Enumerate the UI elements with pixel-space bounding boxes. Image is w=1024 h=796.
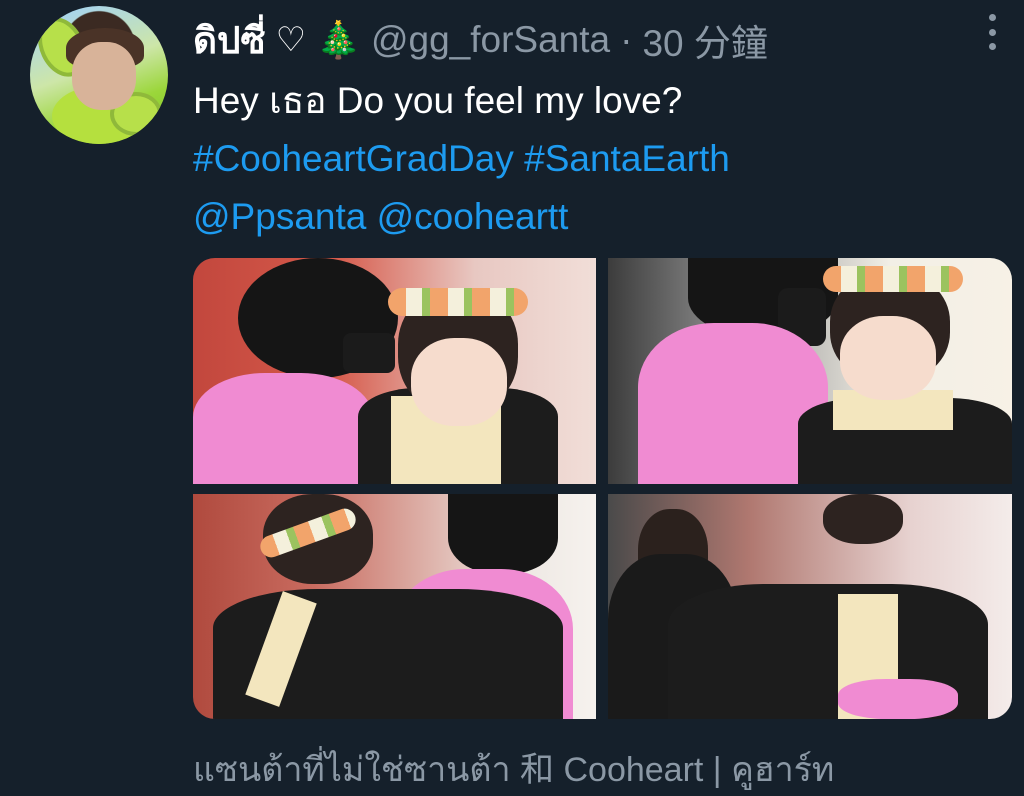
photo-3[interactable]: [193, 494, 596, 719]
avatar-face: [72, 42, 136, 110]
tweet-timestamp[interactable]: 30 分鐘: [642, 13, 767, 67]
more-dot: [988, 43, 996, 50]
photo-1[interactable]: [193, 258, 596, 484]
more-vertical-icon[interactable]: [980, 14, 1004, 50]
more-dot: [988, 28, 996, 36]
tweet-header: ดิปซี่ ♡ 🎄 @gg_forSanta · 30 分鐘: [193, 14, 768, 66]
mention-line: @Ppsanta @cooheartt: [193, 188, 973, 246]
display-name[interactable]: ดิปซี่: [193, 11, 266, 70]
heart-outline-icon: ♡: [275, 21, 307, 59]
quoted-source[interactable]: แซนต้าที่ไม่ใช่ซานต้า 和 Cooheart | คูฮาร…: [193, 742, 834, 796]
tweet-media-grid: [193, 258, 1012, 719]
hashtag-line: #CooheartGradDay #SantaEarth: [193, 130, 973, 188]
tweet-text-line: Hey เธอ Do you feel my love?: [193, 80, 683, 121]
tweet-text: Hey เธอ Do you feel my love? #CooheartGr…: [193, 72, 973, 246]
mention-link[interactable]: @Ppsanta: [193, 196, 366, 237]
separator-dot: ·: [620, 19, 633, 60]
christmas-tree-icon: 🎄: [316, 19, 361, 60]
photo-2[interactable]: [608, 258, 1012, 484]
user-avatar[interactable]: [30, 6, 168, 144]
photo-4[interactable]: [608, 494, 1012, 719]
mention-link[interactable]: @cooheartt: [377, 196, 569, 237]
hashtag-link[interactable]: #CooheartGradDay: [193, 138, 514, 179]
more-dot: [988, 14, 996, 21]
user-handle[interactable]: @gg_forSanta: [371, 19, 610, 61]
hashtag-link[interactable]: #SantaEarth: [524, 138, 730, 179]
